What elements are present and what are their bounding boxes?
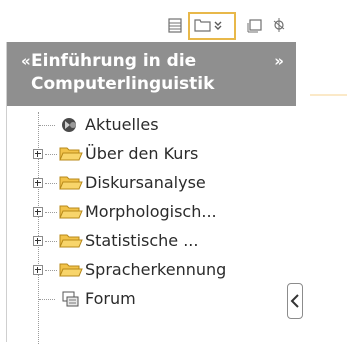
tree-item-label: Diskursanalyse (85, 173, 206, 192)
expand-plus-icon[interactable] (33, 265, 43, 275)
tree-item-label: Morphologisch... (85, 202, 217, 221)
folder-icon (57, 173, 85, 193)
expand-plus-icon[interactable] (33, 207, 43, 217)
window-icon[interactable] (242, 14, 268, 38)
tree-item-label: Über den Kurs (85, 144, 199, 163)
expand-double-right-icon[interactable]: » (274, 52, 284, 70)
expand-plus-icon[interactable] (33, 178, 43, 188)
folder-icon (194, 19, 211, 32)
tree-item-forum[interactable]: Forum (7, 286, 287, 314)
chevron-left-icon (290, 294, 299, 308)
toolbar (0, 0, 300, 40)
forum-news-icon (57, 115, 85, 135)
expand-plus-icon[interactable] (33, 149, 43, 159)
tree-item-diskursanalyse[interactable]: Diskursanalyse (7, 170, 287, 198)
list-view-icon[interactable] (162, 14, 188, 38)
tree-item-label: Aktuelles (85, 115, 159, 134)
tree-item-label: Spracherkennung (85, 260, 227, 279)
tree-item-label: Statistische ... (85, 231, 199, 250)
folder-dropdown-button[interactable] (188, 12, 236, 40)
pin-icon[interactable] (266, 14, 292, 38)
tree-item-label: Forum (85, 289, 136, 308)
course-title[interactable]: Einführung in die Computerlinguistik (31, 50, 251, 96)
folder-icon (57, 202, 85, 222)
tree-item-morphologisch[interactable]: Morphologisch... (7, 199, 287, 227)
content-area-accent (310, 94, 347, 96)
panel-header: « Einführung in die Computerlinguistik » (7, 42, 296, 106)
course-navigation-panel: « Einführung in die Computerlinguistik »… (6, 42, 302, 344)
tree-item-ueber-den-kurs[interactable]: Über den Kurs (7, 141, 287, 169)
expand-plus-icon[interactable] (33, 236, 43, 246)
folder-icon (57, 260, 85, 280)
tree-item-aktuelles[interactable]: Aktuelles (7, 112, 287, 140)
tree-item-spracherkennung[interactable]: Spracherkennung (7, 257, 287, 285)
chevron-down-icon (214, 21, 222, 30)
forum-icon (57, 289, 85, 309)
collapse-double-up-icon[interactable]: « (21, 52, 31, 70)
collapse-sidebar-button[interactable] (287, 283, 303, 319)
tree-item-statistische[interactable]: Statistische ... (7, 228, 287, 256)
folder-icon (57, 144, 85, 164)
folder-icon (57, 231, 85, 251)
